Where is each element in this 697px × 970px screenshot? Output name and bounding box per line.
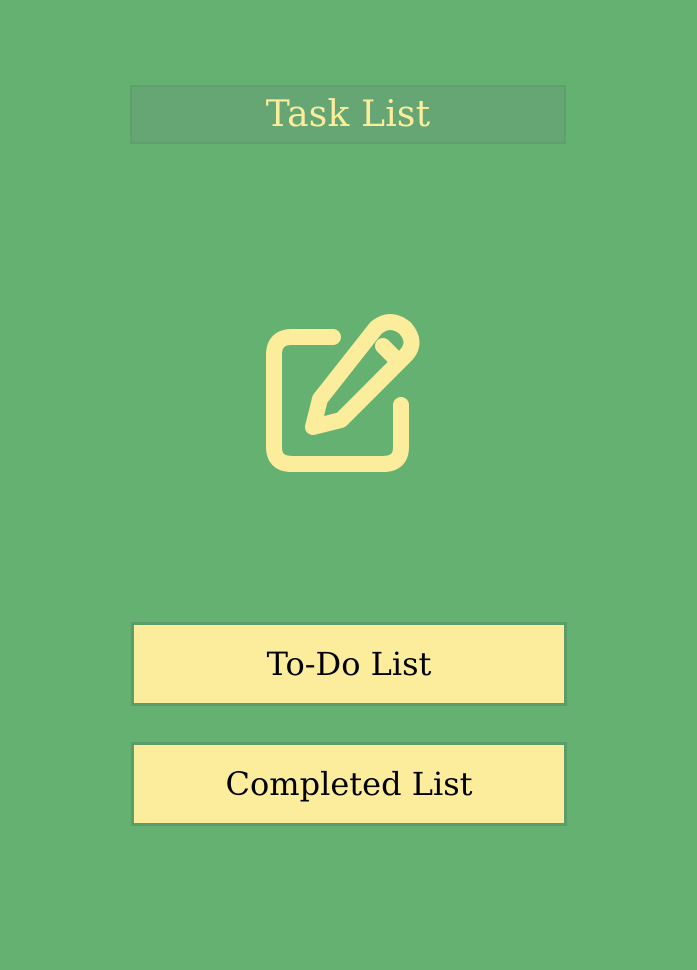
page-title: Task List [265, 93, 431, 135]
title-bar: Task List [130, 85, 566, 144]
todo-list-button[interactable]: To-Do List [131, 622, 567, 706]
completed-list-button[interactable]: Completed List [131, 742, 567, 826]
edit-icon [255, 300, 441, 486]
